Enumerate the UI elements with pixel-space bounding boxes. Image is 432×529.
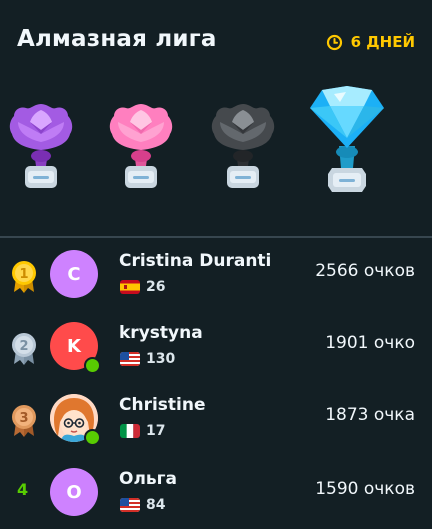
streak-count: 26 — [146, 279, 166, 295]
leaderboard-row[interactable]: 3 Christine 17 1873 очка — [0, 382, 432, 454]
avatar-initial: О — [66, 481, 82, 503]
avatar-initial: K — [67, 335, 81, 357]
points: 1590 очков — [315, 479, 415, 499]
user-meta: 84 — [120, 497, 165, 513]
medal-rank: 3 — [19, 411, 28, 426]
amethyst-trophy-icon[interactable] — [6, 100, 76, 192]
leaderboard-row[interactable]: 1 C Cristina Duranti 26 2566 очков — [0, 238, 432, 310]
points: 1873 очка — [325, 405, 415, 425]
pearl-trophy-icon[interactable] — [106, 100, 176, 192]
league-title: Алмазная лига — [17, 26, 217, 52]
streak-count: 84 — [146, 497, 166, 513]
leaderboard-row[interactable]: 2 K krystyna 130 1901 очко — [0, 310, 432, 382]
diamond-trophy-icon[interactable] — [306, 82, 388, 194]
points: 1901 очко — [325, 333, 415, 353]
avatar-initial: C — [67, 263, 81, 285]
leaderboard-row[interactable]: 4 О Ольга 84 1590 очков — [0, 456, 432, 528]
medal-rank: 2 — [19, 339, 28, 354]
user-meta: 26 — [120, 279, 165, 295]
user-name: Ольга — [119, 469, 178, 489]
points: 2566 очков — [315, 261, 415, 281]
obsidian-trophy-icon[interactable] — [208, 100, 278, 192]
clock-icon — [326, 34, 342, 50]
italy-flag-icon — [120, 424, 140, 438]
user-name: Cristina Duranti — [119, 251, 272, 271]
rank-number: 4 — [17, 480, 29, 499]
usa-flag-icon — [120, 352, 140, 366]
online-indicator — [84, 429, 101, 446]
user-name: Christine — [119, 395, 206, 415]
user-name: krystyna — [119, 323, 203, 343]
avatar[interactable]: О — [50, 468, 98, 516]
spain-flag-icon — [120, 280, 140, 294]
streak-count: 130 — [146, 351, 176, 367]
streak-count: 17 — [146, 423, 166, 439]
medal-rank: 1 — [19, 267, 28, 282]
league-trophies — [0, 86, 432, 196]
silver-medal-icon: 2 — [12, 333, 36, 365]
league-timer: 6 ДНЕЙ — [326, 33, 415, 51]
avatar[interactable]: C — [50, 250, 98, 298]
online-indicator — [84, 357, 101, 374]
timer-label: 6 ДНЕЙ — [350, 33, 415, 51]
user-meta: 130 — [120, 351, 175, 367]
gold-medal-icon: 1 — [12, 261, 36, 293]
usa-flag-icon — [120, 498, 140, 512]
user-meta: 17 — [120, 423, 165, 439]
bronze-medal-icon: 3 — [12, 405, 36, 437]
league-header: Алмазная лига 6 ДНЕЙ — [0, 0, 432, 236]
